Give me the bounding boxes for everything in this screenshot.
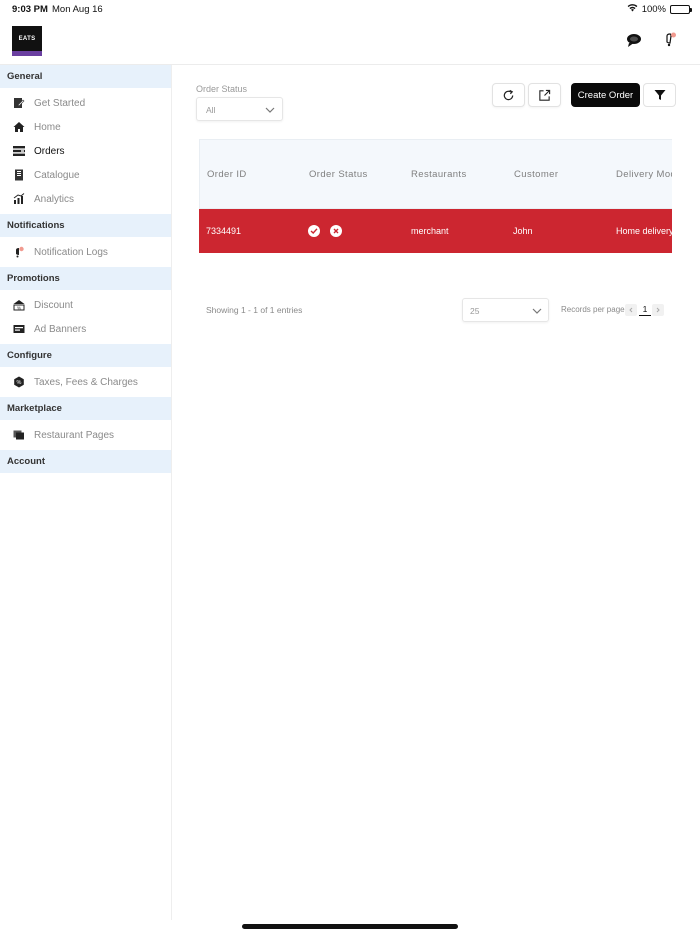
section-notifications: Notifications [0,214,171,237]
status-date: Mon Aug 16 [52,4,103,15]
page-size-value: 25 [470,306,480,316]
export-button[interactable] [528,83,561,107]
sidebar-item-discount[interactable]: % Discount [0,293,171,317]
cell-restaurant: merchant [411,226,449,236]
status-time: 9:03 PM [12,4,48,15]
table-row[interactable]: 7334491 merchant John Home delivery [199,209,672,253]
sidebar-item-label: Discount [34,299,73,311]
showing-entries-text: Showing 1 - 1 of 1 entries [206,305,303,315]
discount-icon: % [13,299,25,311]
bell-icon [666,32,676,47]
orders-icon [13,145,25,157]
notification-button[interactable] [660,30,680,50]
section-marketplace: Marketplace [0,397,171,420]
table-header: Order ID Order Status Restaurants Custom… [199,139,672,209]
sidebar-item-label: Notification Logs [34,246,108,258]
order-status-label: Order Status [196,84,248,94]
sidebar-item-get-started[interactable]: Get Started [0,91,171,115]
sidebar-item-label: Restaurant Pages [34,429,115,441]
previous-page-button[interactable] [625,304,637,316]
logo-text: EATS [18,36,36,42]
sidebar-item-ad-banners[interactable]: Ad Banners [0,317,171,341]
sidebar-item-label: Catalogue [34,169,80,181]
filter-icon [654,90,665,100]
filter-button[interactable] [643,83,676,107]
home-indicator[interactable] [242,924,458,929]
sidebar-item-catalogue[interactable]: Catalogue [0,163,171,187]
cell-customer: John [513,226,533,236]
catalogue-icon [13,169,25,181]
app-logo[interactable]: EATS [12,26,42,56]
sidebar-item-label: Ad Banners [34,323,87,335]
external-link-icon [539,89,551,101]
next-page-button[interactable] [652,304,664,316]
svg-text:%: % [17,380,22,386]
sidebar-item-label: Taxes, Fees & Charges [34,376,138,388]
chevron-left-icon [629,307,633,313]
section-configure: Configure [0,344,171,367]
sidebar-item-restaurant-pages[interactable]: Restaurant Pages [0,423,171,447]
battery-icon [670,4,692,14]
close-icon [333,228,339,234]
section-promotions: Promotions [0,267,171,290]
column-header-restaurants[interactable]: Restaurants [411,169,467,180]
sidebar-item-label: Home [34,121,61,133]
get-started-icon [13,97,25,109]
ad-banners-icon [13,323,25,335]
cell-order-status [308,225,342,237]
status-bar: 9:03 PM Mon Aug 16 100% [0,0,700,18]
reject-order-button[interactable] [330,225,342,237]
analytics-icon [13,193,25,205]
sidebar-item-analytics[interactable]: Analytics [0,187,171,211]
status-right: 100% [627,3,692,15]
records-per-page-label: Records per page [561,305,625,314]
chevron-right-icon [656,307,660,313]
section-general: General [0,65,171,88]
accept-order-button[interactable] [308,225,320,237]
refresh-icon [503,89,514,100]
chevron-down-icon [265,107,275,113]
svg-text:%: % [17,305,21,310]
order-status-value: All [206,105,216,115]
order-status-select[interactable]: All [196,97,283,121]
sidebar-item-label: Analytics [34,193,75,205]
sidebar-item-label: Get Started [34,97,86,109]
notification-logs-icon [13,246,25,258]
battery-percent: 100% [641,3,666,15]
cell-order-id[interactable]: 7334491 [206,226,241,236]
refresh-button[interactable] [492,83,525,107]
column-header-customer[interactable]: Customer [514,169,558,180]
column-header-order-id[interactable]: Order ID [207,169,247,180]
check-icon [310,228,318,234]
sidebar-item-home[interactable]: Home [0,115,171,139]
wifi-icon [627,3,638,15]
sidebar-item-orders[interactable]: Orders [0,139,171,163]
cell-delivery-mode: Home delivery [616,226,672,236]
section-account: Account [0,450,171,473]
create-order-button[interactable]: Create Order [571,83,640,107]
sidebar-item-taxes-fees-charges[interactable]: % Taxes, Fees & Charges [0,370,171,394]
taxes-icon: % [13,376,25,388]
sidebar: General Get Started Home Orders Catalogu… [0,65,172,920]
page-number-current[interactable]: 1 [639,304,651,316]
column-header-delivery-mode[interactable]: Delivery Mode [616,169,672,180]
chat-icon [627,34,641,47]
sidebar-item-notification-logs[interactable]: Notification Logs [0,240,171,264]
top-header: EATS [0,18,700,65]
support-chat-button[interactable] [624,30,644,50]
column-header-order-status[interactable]: Order Status [309,169,368,180]
page-size-select[interactable]: 25 [462,298,549,322]
home-icon [13,121,25,133]
chevron-down-icon [532,308,542,314]
restaurant-pages-icon [13,429,25,441]
sidebar-item-label: Orders [34,145,65,157]
orders-table: Order ID Order Status Restaurants Custom… [199,139,672,254]
